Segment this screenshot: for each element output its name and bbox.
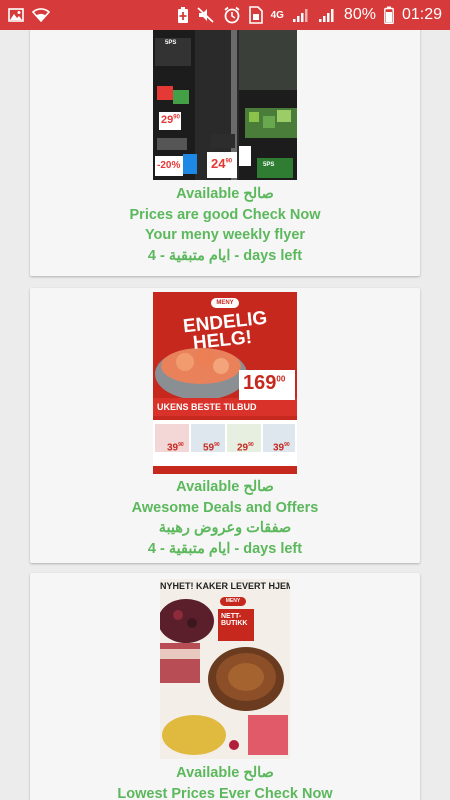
mute-icon xyxy=(196,7,215,23)
flyer-card[interactable]: MENY ENDELIG HELG! 16900 UKENS BESTE TIL… xyxy=(30,288,420,563)
flyer2-price-small-1: 3990 xyxy=(167,442,184,454)
badge-line-2: BUTIKK xyxy=(221,620,248,627)
subtitle-text: صفقات وعروض رهيبة xyxy=(158,520,292,536)
flyer-thumbnail[interactable]: MENY ENDELIG HELG! 16900 UKENS BESTE TIL… xyxy=(153,292,297,474)
badge-line-1: NETT- xyxy=(221,613,242,620)
flyer1-tag-2: 5PS xyxy=(263,162,275,168)
battery-percent: 80% xyxy=(343,6,376,23)
signal-icon xyxy=(292,7,310,23)
headline-text: Lowest Prices Ever Check Now xyxy=(117,785,333,800)
flyer3-header: NYHET! KAKER LEVERT HJEM xyxy=(160,581,290,591)
alarm-icon xyxy=(223,6,241,24)
battery-saver-icon xyxy=(177,6,189,24)
headline-text: Awesome Deals and Offers xyxy=(131,499,319,516)
flyer2-price-small-4: 3990 xyxy=(273,442,290,454)
flyer-card[interactable]: 5PS 2990 -20% 2490 5PS Available صالح Pr… xyxy=(30,30,420,276)
image-icon xyxy=(8,8,24,22)
flyer1-discount: -20% xyxy=(157,160,181,171)
battery-icon xyxy=(384,6,394,24)
flyer-feed[interactable]: 5PS 2990 -20% 2490 5PS Available صالح Pr… xyxy=(0,30,450,800)
flyer1-price-b: 2490 xyxy=(211,156,233,171)
availability-text: Available صالح xyxy=(176,479,274,495)
availability-text: Available صالح xyxy=(176,765,274,781)
days-left-text: ايام متبقية - 4 - days left xyxy=(147,247,303,264)
flyer2-banner: UKENS BESTE TILBUD xyxy=(157,402,257,412)
meny-logo: MENY xyxy=(220,597,246,606)
flyer1-tag: 5PS xyxy=(165,40,177,46)
flyer-card[interactable]: NYHET! KAKER LEVERT HJEM MENY NETT- BUTI… xyxy=(30,573,420,800)
subtitle-text: Your meny weekly flyer xyxy=(144,227,306,243)
flyer2-price-small-2: 5990 xyxy=(203,442,220,454)
sim-icon xyxy=(248,6,263,24)
meny-logo: MENY xyxy=(211,298,239,308)
flyer1-price-a: 2990 xyxy=(161,114,180,126)
signal-icon-2 xyxy=(318,7,336,23)
flyer-thumbnail[interactable]: NYHET! KAKER LEVERT HJEM MENY NETT- BUTI… xyxy=(160,579,290,759)
flyer2-price: 16900 xyxy=(243,372,286,394)
clock: 01:29 xyxy=(401,6,442,23)
flyer-thumbnail[interactable]: 5PS 2990 -20% 2490 5PS xyxy=(153,30,297,180)
availability-text: Available صالح xyxy=(176,186,274,202)
days-left-text: ايام متبقية - 4 - days left xyxy=(147,540,303,557)
wifi-icon xyxy=(32,8,50,22)
flyer2-price-small-3: 2990 xyxy=(237,442,254,454)
nettbutikk-badge: NETT- BUTIKK xyxy=(218,609,254,641)
network-type: 4G xyxy=(270,9,284,21)
status-bar: 4G 80% 01:29 xyxy=(0,0,450,30)
headline-text: Prices are good Check Now xyxy=(129,206,321,223)
